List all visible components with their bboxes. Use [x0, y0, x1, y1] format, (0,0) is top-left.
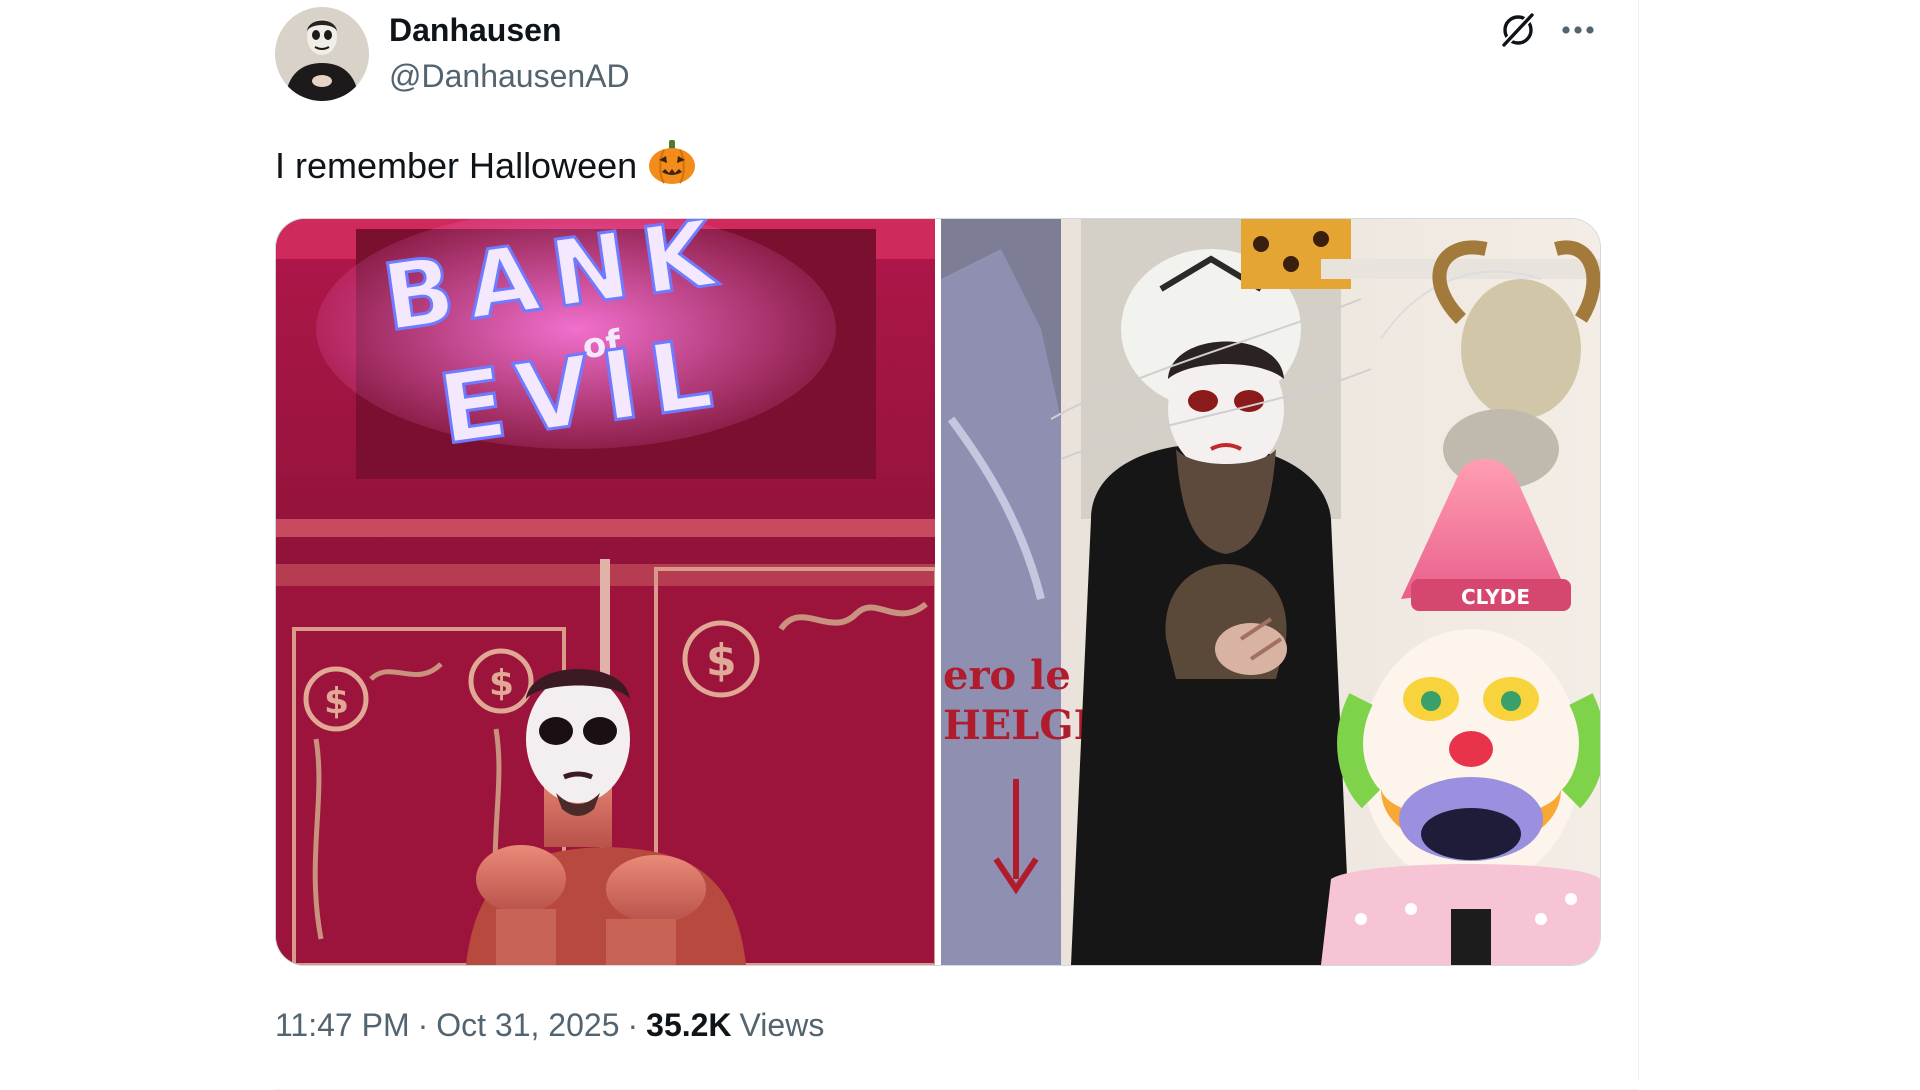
tweet-media: BANK of EVIL $ $ $ ero le HELGE CLYDE	[275, 218, 1601, 966]
svg-text:ero le: ero le	[943, 652, 1071, 699]
svg-text:HELGE: HELGE	[943, 702, 1104, 749]
tweet-date[interactable]: Oct 31, 2025	[436, 1007, 619, 1043]
tweet-text: I remember Halloween	[275, 138, 697, 198]
separator-dot: ·	[627, 1007, 639, 1043]
tweet-metadata: 11:47 PM · Oct 31, 2025 · 35.2K Views	[275, 1005, 824, 1045]
svg-text:$: $	[489, 663, 514, 704]
separator-dot: ·	[417, 1007, 429, 1043]
clown-hat-text: CLYDE	[1461, 585, 1530, 609]
photo-haunted-house[interactable]: ero le HELGE CLYDE	[941, 219, 1600, 965]
tweet-detail-column: Danhausen @DanhausenAD I remember Hallow…	[0, 0, 1639, 1090]
avatar[interactable]	[275, 7, 369, 101]
view-count: 35.2K	[646, 1007, 732, 1043]
tweet-text-body: I remember Halloween	[275, 145, 638, 186]
pumpkin-icon	[647, 138, 697, 198]
grok-icon[interactable]	[1496, 8, 1540, 52]
svg-text:$: $	[706, 635, 737, 686]
tweet-time[interactable]: 11:47 PM	[275, 1007, 410, 1043]
author-display-name[interactable]: Danhausen	[389, 10, 561, 50]
author-handle[interactable]: @DanhausenAD	[389, 56, 630, 96]
photo-bank-of-evil[interactable]: BANK of EVIL $ $ $	[276, 219, 935, 965]
svg-text:$: $	[324, 681, 349, 722]
more-icon[interactable]	[1556, 8, 1600, 52]
views-label: Views	[739, 1007, 825, 1043]
